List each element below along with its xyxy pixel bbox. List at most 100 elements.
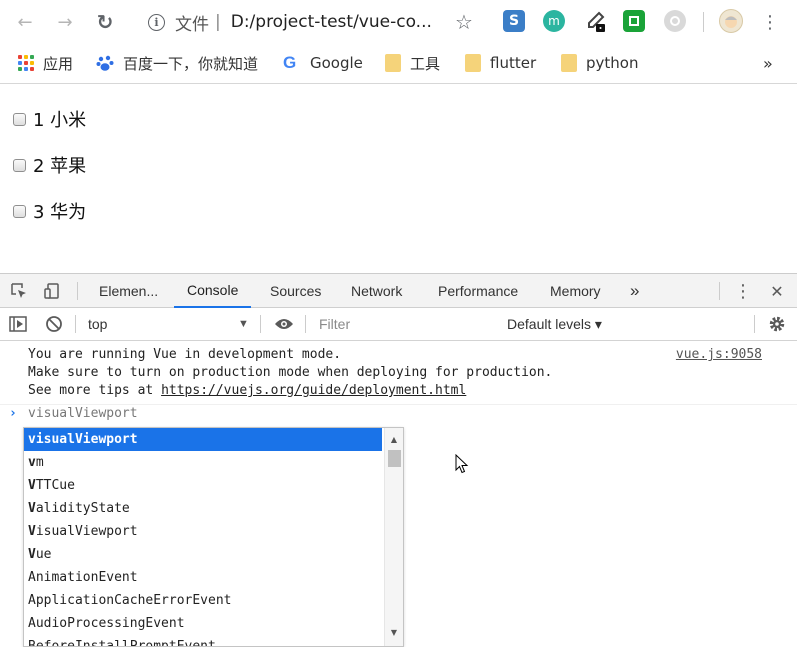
forward-button[interactable]: → <box>52 9 78 35</box>
suggestion-item[interactable]: ApplicationCacheErrorEvent <box>24 589 382 612</box>
baidu-paw-icon <box>96 55 114 71</box>
prompt-chevron-icon: › <box>9 406 17 421</box>
devtools-close-button[interactable]: ✕ <box>767 281 787 301</box>
tab-console[interactable]: Console <box>174 274 252 308</box>
devtools-menu-button[interactable]: ⋮ <box>733 280 753 302</box>
context-selector[interactable]: top ▼ <box>88 308 250 340</box>
bookmarks-bar: 应用 百度一下，你就知道 G Google 工具 flutter python … <box>0 44 797 84</box>
filterbar-divider <box>754 315 755 333</box>
tab-sources[interactable]: Sources <box>270 274 321 308</box>
item-checkbox[interactable] <box>13 204 26 218</box>
tab-performance[interactable]: Performance <box>438 274 518 308</box>
console-message-line: Make sure to turn on production mode whe… <box>28 365 553 380</box>
kebab-menu-icon: ⋮ <box>734 280 752 302</box>
tab-memory[interactable]: Memory <box>550 274 601 308</box>
suggestion-item[interactable]: AudioProcessingEvent <box>24 612 382 635</box>
item-checkbox[interactable] <box>13 158 26 172</box>
devtools-tabbar: Elemen... Console Sources Network Perfor… <box>0 273 797 308</box>
list-item: 3 华为 <box>13 199 86 223</box>
folder-icon <box>385 54 401 72</box>
item-label: 3 华为 <box>33 202 87 223</box>
profile-avatar-icon[interactable] <box>719 9 743 33</box>
suggestion-rest: ApplicationCacheErrorEvent <box>28 593 232 608</box>
item-checkbox[interactable] <box>13 112 26 126</box>
folder-icon <box>465 54 481 72</box>
source-location-link[interactable]: vue.js:9058 <box>676 347 762 362</box>
autocomplete-suggestions: visualViewport vm VTTCue ValidityState V… <box>23 427 404 647</box>
console-prompt-input[interactable]: visualViewport <box>28 406 138 421</box>
square-icon <box>629 16 639 26</box>
address-bar[interactable]: i 文件 | D:/project-test/vue-co... <box>138 4 488 40</box>
filterbar-divider <box>305 315 306 333</box>
console-settings-button[interactable] <box>767 314 787 334</box>
browser-toolbar: ← → ↻ i 文件 | D:/project-test/vue-co... ☆… <box>0 0 797 44</box>
tab-label: Performance <box>438 283 519 299</box>
avatar-face-icon <box>725 16 737 28</box>
suggestion-item[interactable]: visualViewport <box>24 428 382 451</box>
reload-button[interactable]: ↻ <box>92 9 118 35</box>
filterbar-divider <box>75 315 76 333</box>
bookmark-flutter-folder[interactable]: flutter <box>465 44 536 82</box>
log-levels-value: Default levels ▾ <box>507 315 602 332</box>
bookmark-label: 百度一下，你就知道 <box>123 54 259 73</box>
inspect-element-button[interactable] <box>9 281 29 301</box>
back-button[interactable]: ← <box>12 9 38 35</box>
block-icon <box>46 316 62 332</box>
address-scheme-label: 文件 <box>175 14 209 35</box>
bookmark-python-folder[interactable]: python <box>561 44 638 82</box>
suggestion-match: V <box>28 501 36 516</box>
extension-s-icon[interactable]: S <box>503 10 525 32</box>
browser-menu-button[interactable]: ⋮ <box>757 9 783 35</box>
scroll-up-arrow-icon[interactable]: ▲ <box>385 431 403 447</box>
bookmark-label: Google <box>310 54 363 72</box>
clear-console-button[interactable] <box>44 314 64 334</box>
more-tabs-button[interactable]: » <box>630 274 639 308</box>
suggestion-rest: ue <box>35 547 52 562</box>
filter-input[interactable]: Filter <box>319 308 489 340</box>
extension-gray-icon[interactable] <box>664 10 686 32</box>
bookmarks-overflow-button[interactable]: » <box>763 44 773 82</box>
device-toolbar-button[interactable] <box>42 281 62 301</box>
eyedropper-extension-icon[interactable] <box>584 10 606 32</box>
suggestion-item[interactable]: BeforeInstallPromptEvent <box>24 635 382 646</box>
tab-elements[interactable]: Elemen... <box>99 274 158 308</box>
circle-icon <box>670 16 680 26</box>
suggestion-item[interactable]: VTTCue <box>24 474 382 497</box>
scroll-down-arrow-icon[interactable]: ▼ <box>385 624 403 640</box>
kebab-menu-icon: ⋮ <box>761 11 779 33</box>
item-label: 2 苹果 <box>33 156 87 177</box>
folder-icon <box>561 54 577 72</box>
log-levels-dropdown[interactable]: Default levels ▾ <box>507 308 602 340</box>
bookmark-star-button[interactable]: ☆ <box>451 9 477 35</box>
suggestion-item[interactable]: VisualViewport <box>24 520 382 543</box>
extension-m-letter: m <box>548 14 560 28</box>
extension-m-icon[interactable]: m <box>543 10 565 32</box>
bookmark-label: 工具 <box>410 54 441 73</box>
suggestion-item[interactable]: vm <box>24 451 382 474</box>
deployment-guide-link[interactable]: https://vuejs.org/guide/deployment.html <box>161 383 466 398</box>
filterbar-divider <box>260 315 261 333</box>
suggestion-item[interactable]: Vue <box>24 543 382 566</box>
bookmark-label: 应用 <box>43 54 74 73</box>
bookmark-google[interactable]: G Google <box>283 44 363 82</box>
bookmark-tools-folder[interactable]: 工具 <box>385 44 440 82</box>
bookmark-baidu[interactable]: 百度一下，你就知道 <box>96 44 258 82</box>
show-sidebar-button[interactable] <box>8 314 28 334</box>
suggestions-scrollbar[interactable]: ▲ ▼ <box>384 428 403 646</box>
scrollbar-thumb[interactable] <box>388 450 401 467</box>
tab-network[interactable]: Network <box>351 274 402 308</box>
suggestion-item[interactable]: ValidityState <box>24 497 382 520</box>
info-icon[interactable]: i <box>148 13 165 31</box>
suggestion-item[interactable]: AnimationEvent <box>24 566 382 589</box>
suggestion-match: visualViewport <box>28 432 138 447</box>
tab-label: Elemen... <box>99 283 159 299</box>
arrow-left-icon: ← <box>17 11 33 33</box>
item-label: 1 小米 <box>33 110 87 131</box>
eyedropper-icon <box>588 11 605 32</box>
bookmark-apps[interactable]: 应用 <box>18 44 73 82</box>
arrow-right-icon: → <box>57 11 73 33</box>
live-expression-button[interactable] <box>274 314 294 334</box>
address-url: D:/project-test/vue-co... <box>230 12 432 32</box>
double-chevron-right-icon: » <box>630 281 640 300</box>
extension-green-icon[interactable] <box>623 10 645 32</box>
